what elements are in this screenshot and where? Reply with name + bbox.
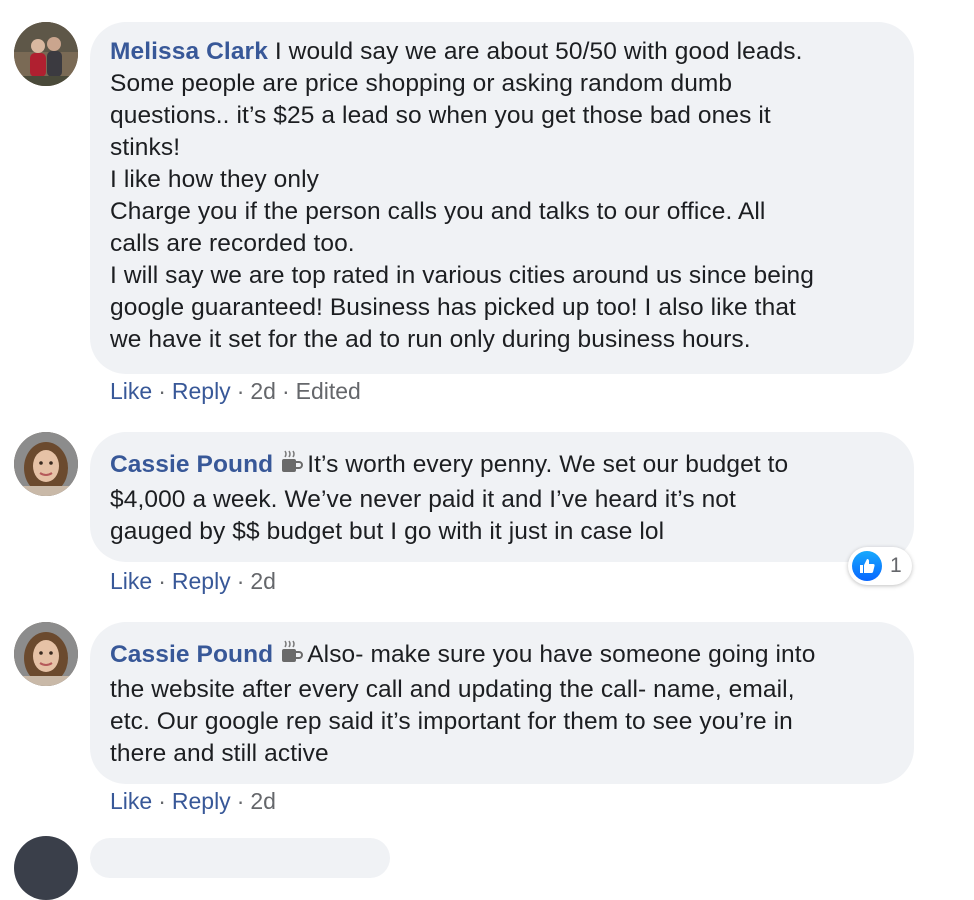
coffee-cup-icon <box>279 639 304 674</box>
comment-actions: Like · Reply · 2d <box>110 788 276 815</box>
reply-button[interactable]: Reply <box>172 788 231 814</box>
edited-label[interactable]: Edited <box>296 378 361 404</box>
coffee-cup-icon <box>279 449 304 484</box>
comment-actions: Like · Reply · 2d · Edited <box>110 378 361 405</box>
separator: · <box>281 378 290 404</box>
separator: · <box>158 378 166 404</box>
comment-text: Charge you if the person calls you and t… <box>110 198 766 225</box>
comment-text: Also- make sure you have someone going i… <box>307 641 816 668</box>
like-button[interactable]: Like <box>110 568 152 594</box>
like-button[interactable]: Like <box>110 788 152 814</box>
separator: · <box>236 788 245 814</box>
like-reaction-icon <box>852 551 882 581</box>
comment-text: stinks! <box>110 134 181 161</box>
like-button[interactable]: Like <box>110 378 152 404</box>
reply-button[interactable]: Reply <box>172 568 231 594</box>
comment-text: etc. Our google rep said it’s important … <box>110 708 793 735</box>
reaction-summary[interactable]: 1 <box>848 547 912 585</box>
comment-text: we have it set for the ad to run only du… <box>110 326 751 353</box>
avatar[interactable] <box>14 836 78 900</box>
comment-text: It’s worth every penny. We set our budge… <box>307 451 789 478</box>
comment-text: I would say we are about 50/50 with good… <box>274 38 803 65</box>
comment-bubble: Cassie Pound It’s worth every penny. We s… <box>90 432 914 562</box>
comment-author[interactable]: Cassie Pound <box>110 641 273 668</box>
comment-text: there and still active <box>110 740 329 767</box>
separator: · <box>158 568 166 594</box>
timestamp[interactable]: 2d <box>250 568 276 594</box>
comment-text: questions.. it’s $25 a lead so when you … <box>110 102 771 129</box>
profile-photo-icon <box>14 432 78 496</box>
comment-text: Some people are price shopping or asking… <box>110 70 733 97</box>
timestamp[interactable]: 2d <box>250 788 276 814</box>
comment-bubble <box>90 838 390 878</box>
comment-text: $4,000 a week. We’ve never paid it and I… <box>110 486 736 513</box>
comment-actions: Like · Reply · 2d <box>110 568 276 595</box>
comment-bubble: Melissa Clark I would say we are about 5… <box>90 22 914 374</box>
comment-bubble: Cassie Pound Also- make sure you have som… <box>90 622 914 784</box>
profile-photo-icon <box>14 22 78 86</box>
avatar[interactable] <box>14 622 78 686</box>
comment-text: I like how they only <box>110 166 319 193</box>
reaction-count: 1 <box>890 554 902 577</box>
comment-text: gauged by $$ budget but I go with it jus… <box>110 518 665 545</box>
avatar[interactable] <box>14 22 78 86</box>
avatar[interactable] <box>14 432 78 496</box>
comment-text: google guaranteed! Business has picked u… <box>110 294 796 321</box>
comment-author[interactable]: Melissa Clark <box>110 38 268 65</box>
separator: · <box>158 788 166 814</box>
comment-text: calls are recorded too. <box>110 230 355 257</box>
separator: · <box>236 568 245 594</box>
separator: · <box>236 378 245 404</box>
comment-author[interactable]: Cassie Pound <box>110 451 273 478</box>
reply-button[interactable]: Reply <box>172 378 231 404</box>
comment-text: the website after every call and updatin… <box>110 676 795 703</box>
comment-text: I will say we are top rated in various c… <box>110 262 814 289</box>
profile-photo-icon <box>14 622 78 686</box>
timestamp[interactable]: 2d <box>250 378 276 404</box>
